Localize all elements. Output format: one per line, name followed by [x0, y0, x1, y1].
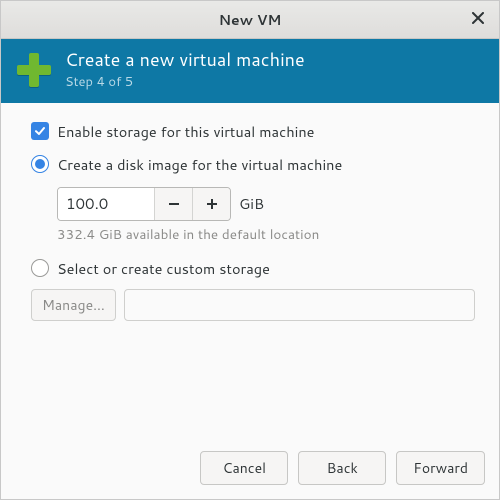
- wizard-title: Create a new virtual machine: [65, 49, 305, 71]
- disk-size-decrement[interactable]: [154, 188, 192, 220]
- close-icon: [472, 11, 484, 29]
- create-disk-options: GiB 332.4 GiB available in the default l…: [57, 187, 475, 258]
- enable-storage-row[interactable]: Enable storage for this virtual machine: [31, 121, 475, 142]
- window-title: New VM: [219, 10, 282, 30]
- wizard-body: Enable storage for this virtual machine …: [1, 103, 499, 441]
- manage-storage-button[interactable]: Manage...: [31, 289, 116, 321]
- wizard-footer: Cancel Back Forward: [1, 441, 499, 499]
- minus-icon: [167, 197, 181, 211]
- wizard-header: Create a new virtual machine Step 4 of 5: [1, 39, 499, 103]
- disk-size-increment[interactable]: [192, 188, 230, 220]
- forward-button[interactable]: Forward: [396, 451, 485, 485]
- plus-icon: [205, 197, 219, 211]
- enable-storage-checkbox[interactable]: [31, 122, 49, 140]
- disk-size-row: GiB: [57, 187, 475, 221]
- disk-size-unit: GiB: [239, 193, 264, 214]
- custom-storage-radio[interactable]: [31, 259, 49, 277]
- close-button[interactable]: [465, 7, 491, 33]
- disk-size-spinbox: [57, 187, 231, 221]
- create-disk-radio[interactable]: [31, 155, 49, 173]
- storage-path-input[interactable]: [124, 289, 475, 321]
- available-space-hint: 332.4 GiB available in the default locat…: [57, 225, 475, 244]
- wizard-step-label: Step 4 of 5: [65, 73, 305, 91]
- new-vm-window: New VM Create a new virtual machine Step…: [0, 0, 500, 500]
- create-disk-label: Create a disk image for the virtual mach…: [57, 154, 342, 175]
- custom-storage-label: Select or create custom storage: [57, 258, 270, 279]
- checkmark-icon: [34, 125, 46, 137]
- wizard-header-text: Create a new virtual machine Step 4 of 5: [65, 49, 305, 91]
- cancel-button[interactable]: Cancel: [200, 451, 288, 485]
- enable-storage-label: Enable storage for this virtual machine: [57, 121, 314, 142]
- titlebar: New VM: [1, 1, 499, 39]
- create-disk-row[interactable]: Create a disk image for the virtual mach…: [31, 154, 475, 175]
- custom-storage-controls: Manage...: [31, 289, 475, 321]
- disk-size-input[interactable]: [58, 188, 154, 220]
- back-button[interactable]: Back: [298, 451, 386, 485]
- create-vm-icon: [17, 53, 51, 87]
- custom-storage-row[interactable]: Select or create custom storage: [31, 258, 475, 279]
